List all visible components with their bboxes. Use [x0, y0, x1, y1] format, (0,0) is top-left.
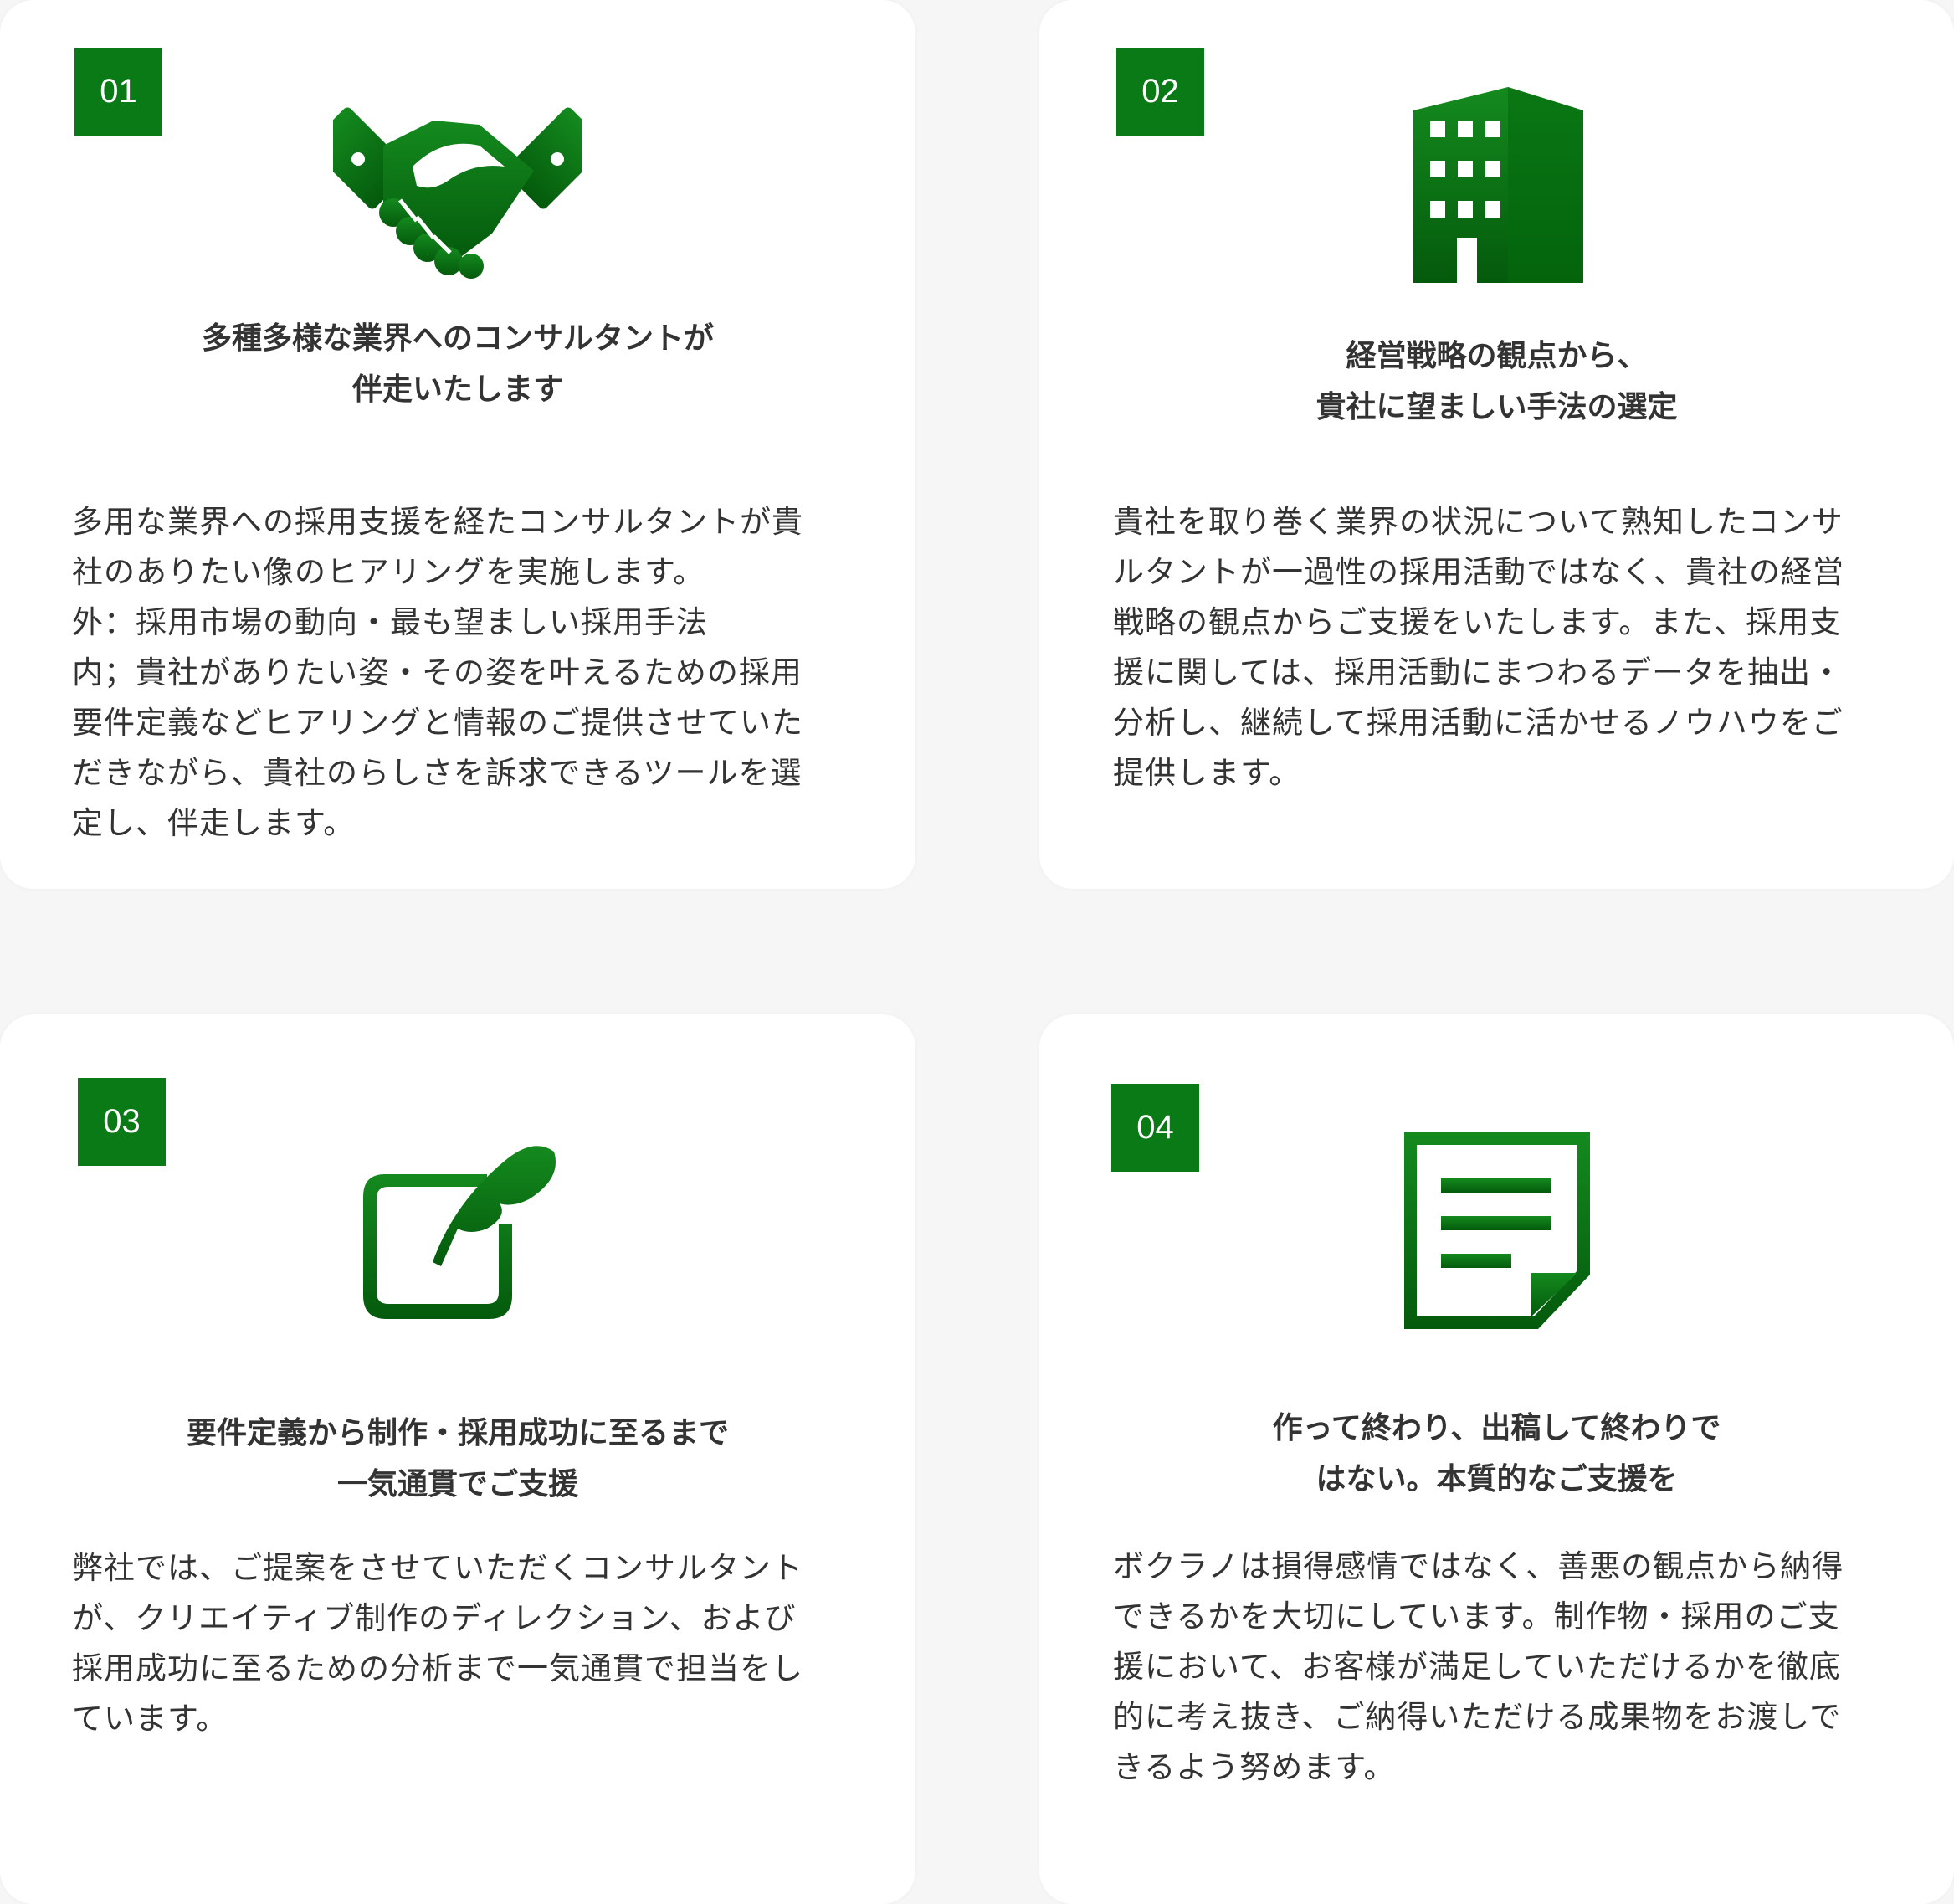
card-number-badge: 03 — [78, 1078, 166, 1166]
description-line: 提供します。 — [1113, 755, 1301, 791]
description-line: 多用な業界への採用支援を経たコンサルタントが貴 — [72, 504, 803, 540]
description-line: 援に関しては、採用活動にまつわるデータを抽出・ — [1113, 654, 1844, 690]
description-line: 定し、伴走します。 — [72, 805, 356, 841]
card-description: ボクラノは損得感情ではなく、善悪の観点から納得 できるかを大切にしています。制作… — [1113, 1542, 1900, 1793]
feature-card-03: 03 要件定義から制作・採用成功に至るまで 一気通貫でご支援 弊社では、ご提案を… — [0, 1014, 915, 1904]
description-line: 外：採用市場の動向・最も望ましい採用手法 — [72, 604, 708, 640]
card-title: 経営戦略の観点から、 貴社に望ましい手法の選定 — [1073, 331, 1921, 433]
card-description: 弊社では、ご提案をさせていただくコンサルタント が、クリエイティブ制作のディレク… — [72, 1543, 859, 1744]
card-number-badge: 01 — [74, 48, 162, 136]
description-line: が、クリエイティブ制作のディレクション、および — [72, 1600, 797, 1636]
description-line: 的に考え抜き、ご納得いただける成果物をお渡しで — [1113, 1699, 1842, 1735]
feature-card-02: 02 経営戦略の観点から、 貴社に望ましい手法の選定 貴社を取り巻く業界の状況に… — [1039, 0, 1954, 889]
description-line: 戦略の観点からご支援をいたします。また、採用支 — [1113, 604, 1842, 640]
description-line: 要件定義などヒアリングと情報のご提供させていた — [72, 705, 803, 741]
card-title-line: 要件定義から制作・採用成功に至るまで — [186, 1416, 729, 1450]
card-title-line: 貴社に望ましい手法の選定 — [1315, 390, 1678, 424]
description-line: 分析し、継続して採用活動に活かせるノウハウをご — [1113, 705, 1844, 741]
description-line: ています。 — [72, 1701, 228, 1737]
card-title-line: 一気通貫でご支援 — [336, 1467, 578, 1501]
card-title-line: はない。本質的なご支援を — [1315, 1462, 1678, 1496]
card-title: 要件定義から制作・採用成功に至るまで 一気通貫でご支援 — [33, 1408, 882, 1510]
card-description: 貴社を取り巻く業界の状況について熟知したコンサ ルタントが一過性の採用活動ではな… — [1113, 497, 1900, 798]
card-title-line: 作って終わり、出稿して終わりで — [1272, 1411, 1721, 1445]
card-number-badge: 02 — [1116, 48, 1204, 136]
handshake-icon — [333, 107, 582, 279]
card-title: 多種多様な業界へのコンサルタントが 伴走いたします — [33, 313, 882, 415]
description-line: 採用成功に至るための分析まで一気通貫で担当をし — [72, 1650, 803, 1686]
description-line: できるかを大切にしています。制作物・採用のご支 — [1113, 1599, 1840, 1635]
description-line: ボクラノは損得感情ではなく、善悪の観点から納得 — [1113, 1548, 1844, 1584]
description-line: ルタントが一過性の採用活動ではなく、貴社の経営 — [1113, 554, 1844, 590]
description-line: 社のありたい像のヒアリングを実施します。 — [72, 554, 705, 590]
document-icon — [1404, 1132, 1590, 1329]
quill-edit-icon — [363, 1146, 556, 1319]
card-title-line: 多種多様な業界へのコンサルタントが — [201, 321, 714, 356]
card-description: 多用な業界への採用支援を経たコンサルタントが貴 社のありたい像のヒアリングを実施… — [72, 497, 859, 849]
description-line: 弊社では、ご提案をさせていただくコンサルタント — [72, 1550, 803, 1586]
card-title-line: 経営戦略の観点から、 — [1346, 339, 1648, 373]
description-line: 援において、お客様が満足していただけるかを徹底 — [1113, 1649, 1841, 1685]
description-line: 貴社を取り巻く業界の状況について熟知したコンサ — [1113, 504, 1844, 540]
description-line: 内；貴社がありたい姿・その姿を叶えるための採用 — [72, 654, 803, 690]
feature-card-01: 01 多種多様な業界へのコンサルタントが 伴走いたします 多用な業界への採用支援… — [0, 0, 915, 889]
feature-card-04: 04 作って終わり、出稿して終わりで はない。本質的なご支援を ボクラノは損得感… — [1039, 1014, 1954, 1904]
building-icon — [1413, 87, 1583, 283]
description-line: きるよう努めます。 — [1113, 1749, 1396, 1785]
description-line: だきながら、貴社のらしさを訴求できるツールを選 — [72, 755, 803, 791]
card-number-badge: 04 — [1111, 1084, 1199, 1172]
card-title-line: 伴走いたします — [351, 372, 563, 407]
card-title: 作って終わり、出稿して終わりで はない。本質的なご支援を — [1073, 1403, 1921, 1505]
